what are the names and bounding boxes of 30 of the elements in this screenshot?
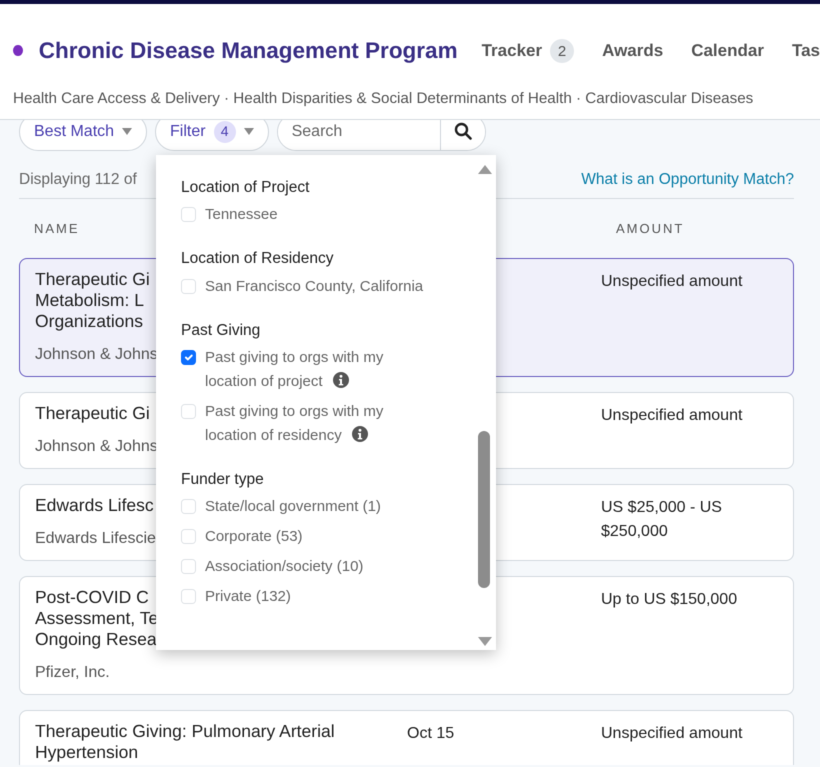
section-heading: Past Giving xyxy=(181,320,262,340)
section-heading: Location of Residency xyxy=(181,248,335,268)
funder-name: Edwards Lifescie xyxy=(35,528,156,548)
section-heading: Funder type xyxy=(181,468,265,489)
section-heading: Location of Project xyxy=(181,177,310,198)
category-list: Health Care Access & Delivery · Health Disparities & Social Determinants of Health · Cardiovascular Diseases xyxy=(13,88,820,111)
amount-text: Unspecified amount xyxy=(601,724,742,742)
result-title: Edwards Lifesc xyxy=(35,495,154,516)
amount-text: Unspecified amount xyxy=(601,406,742,424)
result-title: Hypertension xyxy=(35,742,138,764)
result-title: Metabolism: L xyxy=(35,290,144,312)
result-title: Therapeutic Gi xyxy=(35,269,150,290)
funder-name: Johnson & Johns xyxy=(35,436,158,456)
funder-name: Pfizer, Inc. xyxy=(35,662,110,682)
amount-text: Up to US $150,000 xyxy=(601,590,738,608)
funder-name: Johnson & Johns xyxy=(35,344,158,364)
amount-text: Unspecified amount xyxy=(601,272,742,290)
page-title: Chronic Disease Management Program xyxy=(38,37,458,65)
result-title: Ongoing Resea xyxy=(35,629,157,650)
amount-text: US $25,000 - US $250,000 xyxy=(601,498,722,540)
count-badge: 2 xyxy=(550,39,574,64)
deadline-date: Oct 15 xyxy=(407,724,454,742)
result-title: Post-COVID C xyxy=(35,587,149,608)
results-count: Displaying 112 of xyxy=(19,168,137,189)
count-badge: 4 xyxy=(214,120,236,143)
result-title: Therapeutic Gi xyxy=(35,403,150,424)
column-header: AMOUNT xyxy=(616,220,684,238)
column-header: NAME xyxy=(34,220,80,238)
result-title: Therapeutic Giving: Pulmonary Arterial xyxy=(35,721,335,742)
result-title: Organizations xyxy=(35,311,143,332)
